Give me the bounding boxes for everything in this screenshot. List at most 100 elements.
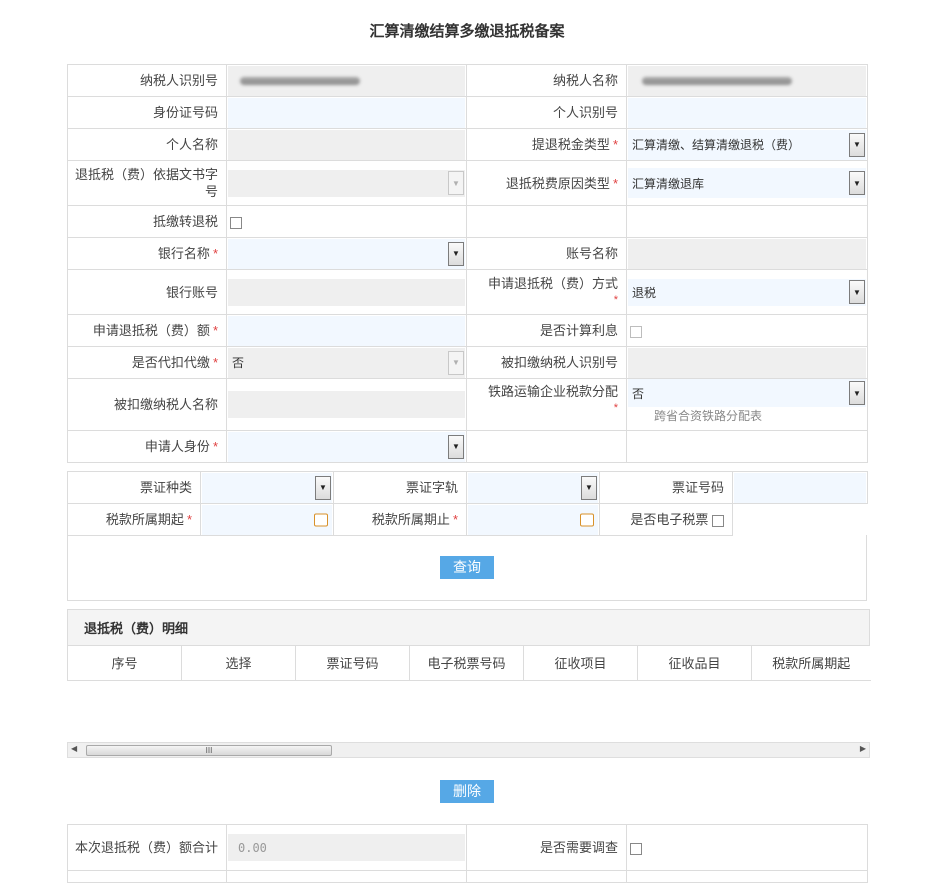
column-header[interactable]: 序号 xyxy=(67,646,182,681)
calc-interest-label: 是否计算利息 xyxy=(466,314,627,347)
scroll-left-icon[interactable]: ◀ xyxy=(71,744,77,753)
dropdown-arrow-icon[interactable]: ▼ xyxy=(849,132,865,157)
required-mark: * xyxy=(452,512,458,527)
reason-type-label: 退抵税费原因类型 xyxy=(505,175,610,191)
taxpayer-name-label: 纳税人名称 xyxy=(466,64,627,97)
column-header[interactable]: 征收项目 xyxy=(523,646,638,681)
scrollbar-thumb[interactable]: III xyxy=(86,745,332,756)
required-mark: * xyxy=(612,175,618,191)
delete-button[interactable]: 删除 xyxy=(440,780,494,803)
column-header[interactable]: 征收品目 xyxy=(637,646,752,681)
personal-id-input[interactable] xyxy=(628,97,866,128)
voucher-track-label: 票证字轨 xyxy=(333,471,467,504)
period-start-input[interactable] xyxy=(202,504,332,535)
offset-checkbox[interactable] xyxy=(230,216,242,229)
refund-type-select[interactable]: 汇算清缴、结算清缴退税（费） ▼ xyxy=(628,129,866,160)
e-ticket-label: 是否电子税票 xyxy=(630,512,709,527)
account-name-label: 账号名称 xyxy=(466,237,627,270)
taxpayer-name-field xyxy=(628,65,866,96)
required-mark: * xyxy=(212,439,218,454)
required-mark: * xyxy=(212,246,218,261)
voucher-no-input[interactable] xyxy=(734,472,866,503)
need-survey-label: 是否需要调查 xyxy=(466,824,627,871)
column-header[interactable]: 票证号码 xyxy=(295,646,410,681)
withhold-label-cell: 是否代扣代缴 * xyxy=(67,346,227,379)
required-mark: * xyxy=(613,294,618,306)
period-start-label-cell: 税款所属期起 * xyxy=(67,503,201,536)
horizontal-scrollbar[interactable]: ◀ III ▶ xyxy=(67,742,870,758)
withheld-name-label: 被扣缴纳税人名称 xyxy=(67,378,227,431)
e-ticket-checkbox[interactable] xyxy=(712,514,724,527)
basis-doc-select: ▼ xyxy=(228,169,465,197)
personal-name-field xyxy=(228,129,465,160)
applicant-select[interactable]: ▼ xyxy=(228,431,465,462)
applicant-label-cell: 申请人身份 * xyxy=(67,430,227,463)
dropdown-arrow-icon[interactable]: ▼ xyxy=(581,475,597,500)
required-mark: * xyxy=(613,402,618,414)
withheld-id-label: 被扣缴纳税人识别号 xyxy=(466,346,627,379)
dropdown-arrow-icon[interactable]: ▼ xyxy=(849,381,865,405)
main-form: 纳税人识别号 纳税人名称 身份证号码 个人识别号 个人名称 提退税金类型 * 汇算… xyxy=(67,64,868,463)
query-button[interactable]: 查询 xyxy=(440,556,494,579)
bank-account-field xyxy=(228,278,465,306)
railway-select[interactable]: 否 ▼ xyxy=(628,379,866,407)
apply-method-label: 申请退抵税（费）方式 xyxy=(487,276,618,291)
dropdown-arrow-icon: ▼ xyxy=(448,350,464,375)
detail-table-header: 序号 选择 票证号码 电子税票号码 征收项目 征收品目 税款所属期起 xyxy=(67,646,871,681)
taxpayer-id-field xyxy=(228,65,465,96)
bank-name-select[interactable]: ▼ xyxy=(228,238,465,269)
taxpayer-name-cell xyxy=(626,64,868,97)
voucher-type-label: 票证种类 xyxy=(67,471,201,504)
railway-value: 否 xyxy=(632,386,645,401)
bank-name-label-cell: 银行名称 * xyxy=(67,237,227,270)
e-ticket-label-cell: 是否电子税票 xyxy=(599,503,733,536)
total-value: 0.00 xyxy=(228,834,465,861)
scroll-right-icon[interactable]: ▶ xyxy=(860,744,866,753)
apply-amount-label: 申请退抵税（费）额 xyxy=(92,323,210,338)
query-form: 票证种类 ▼ 票证字轨 ▼ 票证号码 税款所属期起 * 税款所属期止 * 是否电子税… xyxy=(67,471,868,536)
calendar-icon[interactable] xyxy=(314,513,328,526)
withhold-select: 否 ▼ xyxy=(228,347,465,378)
required-mark: * xyxy=(212,355,218,370)
required-mark: * xyxy=(612,137,618,152)
period-end-label: 税款所属期止 xyxy=(371,512,450,527)
voucher-no-label: 票证号码 xyxy=(599,471,733,504)
voucher-track-select[interactable]: ▼ xyxy=(468,472,598,503)
id-card-input[interactable] xyxy=(228,97,465,128)
calendar-icon[interactable] xyxy=(580,513,594,526)
period-start-label: 税款所属期起 xyxy=(105,512,184,527)
apply-amount-label-cell: 申请退抵税（费）额 * xyxy=(67,314,227,347)
voucher-type-select[interactable]: ▼ xyxy=(202,472,332,503)
dropdown-arrow-icon[interactable]: ▼ xyxy=(849,171,865,195)
dropdown-arrow-icon[interactable]: ▼ xyxy=(849,280,865,304)
bank-account-label: 银行账号 xyxy=(67,269,227,315)
dropdown-arrow-icon[interactable]: ▼ xyxy=(448,434,464,459)
dropdown-arrow-icon[interactable]: ▼ xyxy=(315,475,331,500)
summary-form: 本次退抵税（费）额合计 0.00 是否需要调查 xyxy=(67,824,868,883)
id-card-label: 身份证号码 xyxy=(67,96,227,129)
withhold-label: 是否代扣代缴 xyxy=(131,355,210,370)
calc-interest-checkbox[interactable] xyxy=(630,325,642,338)
page-title: 汇算清缴结算多缴退抵税备案 xyxy=(369,23,565,40)
apply-method-select[interactable]: 退税 ▼ xyxy=(628,278,866,306)
refund-type-label-cell: 提退税金类型 * xyxy=(466,128,627,161)
railway-hint-link[interactable]: 跨省合资铁路分配表 xyxy=(627,407,867,425)
refund-type-value: 汇算清缴、结算清缴退税（费） xyxy=(632,138,801,152)
column-header[interactable]: 选择 xyxy=(181,646,296,681)
period-end-input[interactable] xyxy=(468,504,598,535)
apply-amount-input[interactable] xyxy=(228,315,465,346)
withheld-id-field xyxy=(628,347,866,378)
dropdown-arrow-icon[interactable]: ▼ xyxy=(448,241,464,266)
withheld-name-field xyxy=(228,391,465,418)
period-end-label-cell: 税款所属期止 * xyxy=(333,503,467,536)
need-survey-checkbox[interactable] xyxy=(630,842,642,855)
taxpayer-id-label: 纳税人识别号 xyxy=(67,64,227,97)
total-label: 本次退抵税（费）额合计 xyxy=(67,824,227,871)
reason-type-select[interactable]: 汇算清缴退库 ▼ xyxy=(628,168,866,198)
column-header[interactable]: 电子税票号码 xyxy=(409,646,524,681)
railway-label: 铁路运输企业税款分配 xyxy=(487,384,618,399)
column-header[interactable]: 税款所属期起 xyxy=(751,646,871,681)
withhold-value: 否 xyxy=(232,356,245,370)
reason-type-value: 汇算清缴退库 xyxy=(632,176,705,191)
personal-name-label: 个人名称 xyxy=(67,128,227,161)
